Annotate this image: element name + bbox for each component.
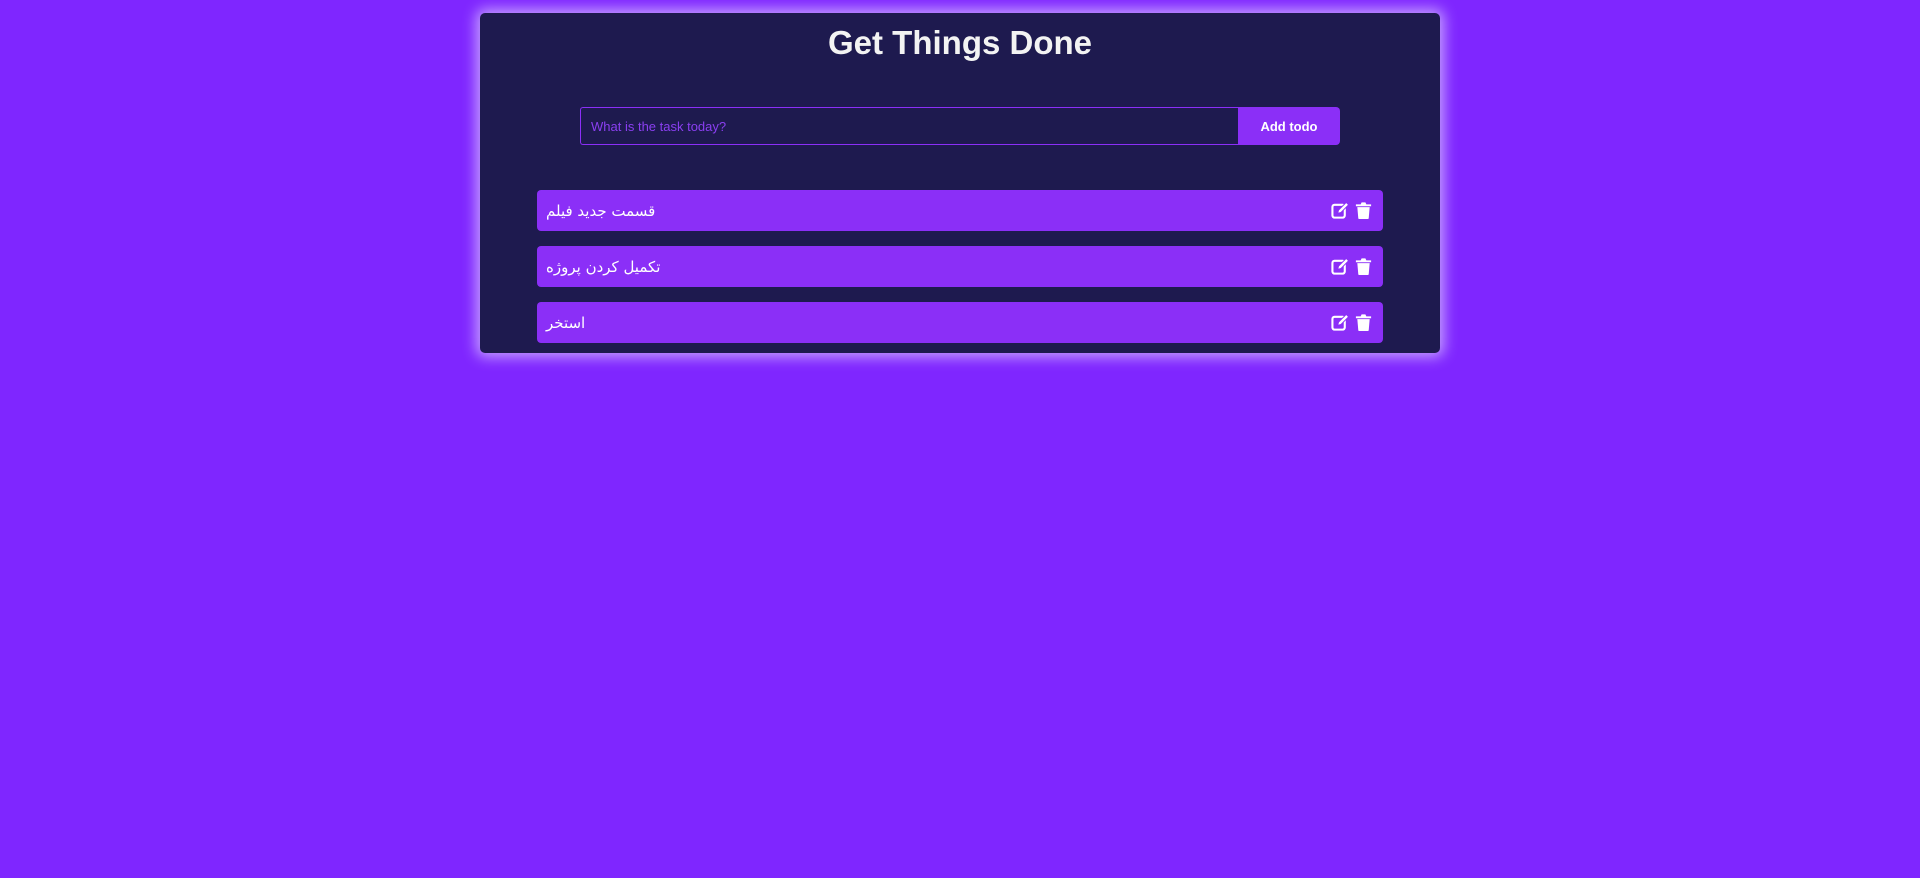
edit-icon[interactable]	[1331, 313, 1350, 332]
todo-wrapper: Get Things Done Add todo قسمت جدید فیلم …	[480, 13, 1440, 353]
todo-item: قسمت جدید فیلم	[537, 190, 1383, 231]
todo-actions	[1331, 201, 1373, 220]
todo-text[interactable]: استخر	[546, 314, 585, 332]
todo-text[interactable]: تکمیل کردن پروژه	[546, 258, 660, 276]
todo-list: قسمت جدید فیلم تکمیل کردن پروژه استخر	[537, 190, 1383, 358]
edit-icon[interactable]	[1331, 201, 1350, 220]
todo-actions	[1331, 313, 1373, 332]
todo-form: Add todo	[580, 107, 1340, 145]
todo-text[interactable]: قسمت جدید فیلم	[546, 202, 655, 220]
trash-icon[interactable]	[1354, 313, 1373, 332]
task-input[interactable]	[580, 107, 1238, 145]
page-title: Get Things Done	[828, 24, 1092, 61]
edit-icon[interactable]	[1331, 257, 1350, 276]
todo-item: تکمیل کردن پروژه	[537, 246, 1383, 287]
add-todo-button[interactable]: Add todo	[1238, 107, 1340, 145]
trash-icon[interactable]	[1354, 257, 1373, 276]
trash-icon[interactable]	[1354, 201, 1373, 220]
todo-actions	[1331, 257, 1373, 276]
todo-item: استخر	[537, 302, 1383, 343]
